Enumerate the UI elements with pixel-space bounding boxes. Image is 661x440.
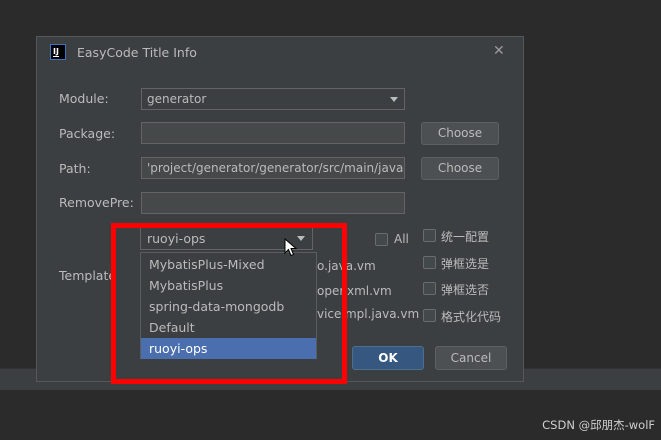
format-code-label: 格式化代码 xyxy=(441,310,502,324)
intellij-icon: IJ xyxy=(50,44,66,60)
popup-select-label: 弹框选是 xyxy=(441,257,490,271)
format-code-checkbox[interactable] xyxy=(423,309,436,322)
module-select[interactable]: generator xyxy=(141,88,405,110)
dialog-titlebar: IJ EasyCode Title Info ✕ xyxy=(37,37,523,67)
highlight-annotation-box xyxy=(111,223,347,384)
module-value: generator xyxy=(147,92,207,106)
all-checkbox[interactable] xyxy=(375,233,388,246)
ok-button[interactable]: OK xyxy=(352,346,424,370)
popup-select-checkbox[interactable] xyxy=(423,256,436,269)
package-input[interactable] xyxy=(141,122,405,144)
mouse-cursor-icon xyxy=(284,238,298,257)
path-input[interactable]: 'project/generator/generator/src/main/ja… xyxy=(141,157,405,179)
popup-select-no-label: 弹框选否 xyxy=(441,283,490,297)
removepre-label: RemovePre: xyxy=(59,195,134,210)
path-choose-button[interactable]: Choose xyxy=(421,157,499,180)
csdn-watermark: CSDN @邱朋杰-wolF xyxy=(542,418,655,432)
module-label: Module: xyxy=(59,91,109,106)
all-label: All xyxy=(394,232,409,246)
chevron-down-icon xyxy=(390,97,398,102)
cancel-button[interactable]: Cancel xyxy=(435,346,507,370)
removepre-input[interactable] xyxy=(141,192,405,214)
package-choose-button[interactable]: Choose xyxy=(421,122,499,145)
package-label: Package: xyxy=(59,126,116,141)
template-label: Template xyxy=(59,268,117,283)
unified-config-label: 统一配置 xyxy=(441,230,490,244)
dialog-title: EasyCode Title Info xyxy=(77,45,197,60)
close-icon[interactable]: ✕ xyxy=(493,43,505,59)
popup-select-no-checkbox[interactable] xyxy=(423,282,436,295)
path-label: Path: xyxy=(59,161,91,176)
unified-config-checkbox[interactable] xyxy=(423,229,436,242)
